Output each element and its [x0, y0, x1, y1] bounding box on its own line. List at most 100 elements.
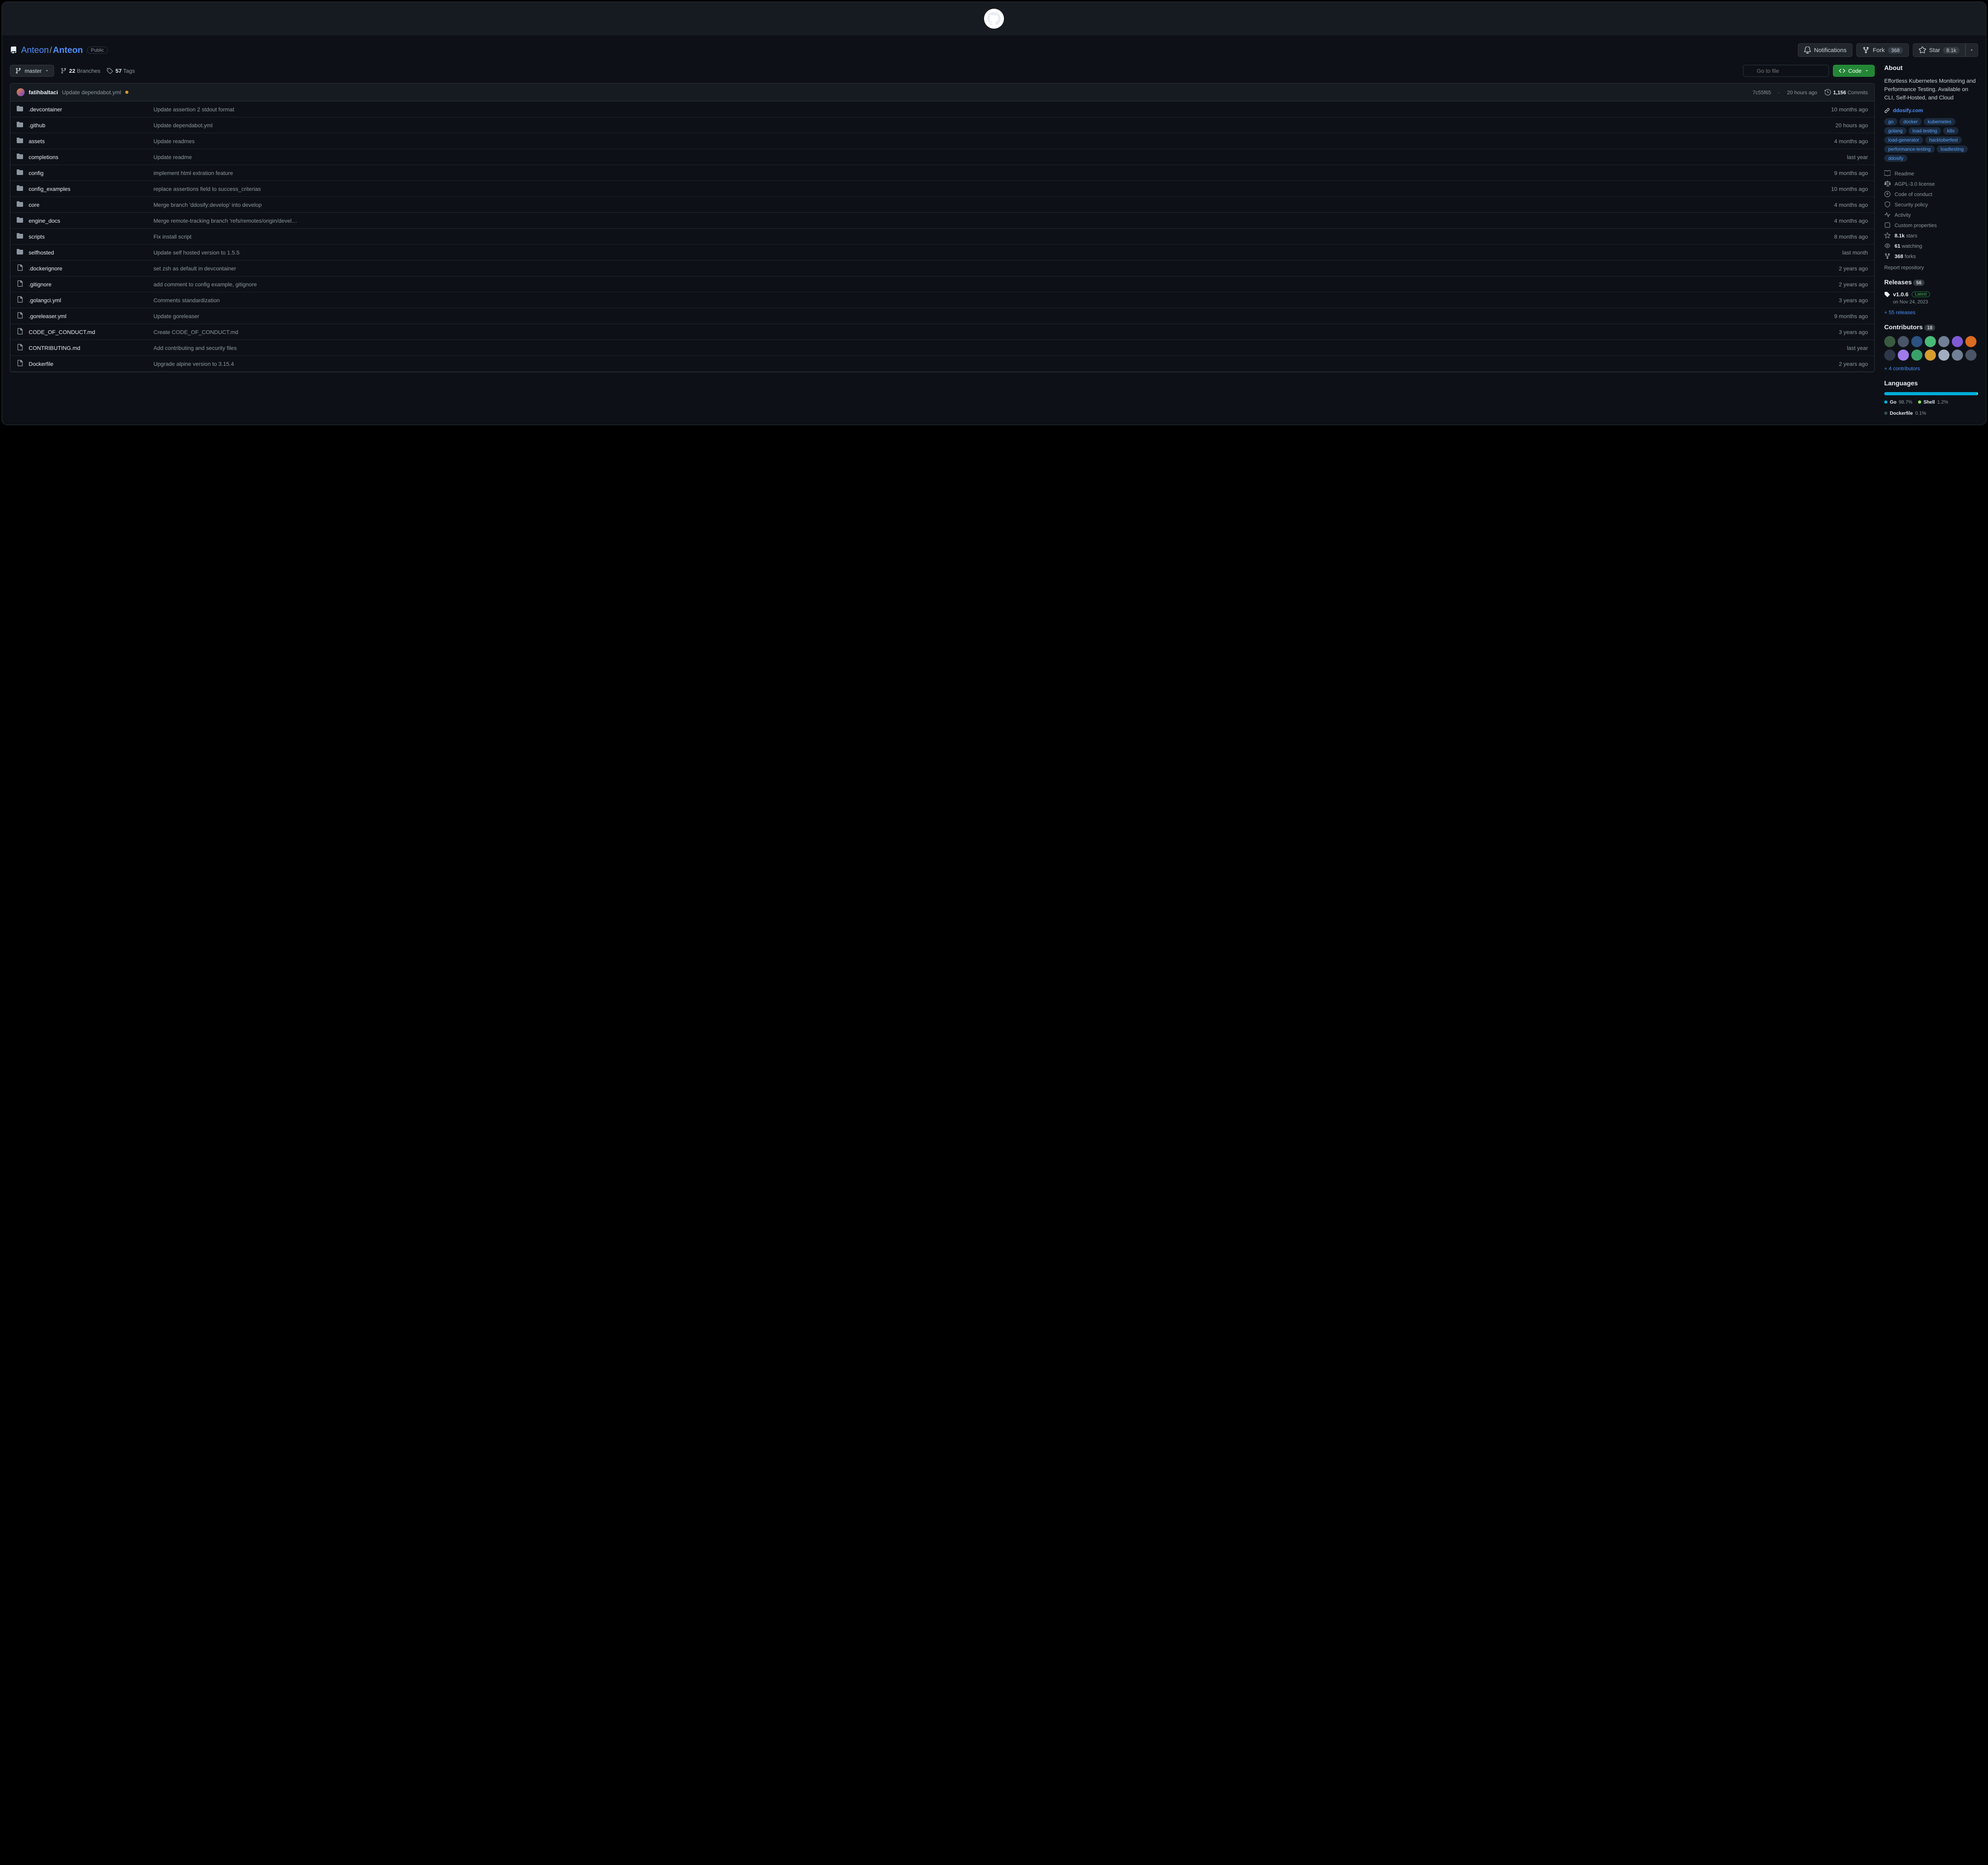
topic-tag[interactable]: k8s [1943, 127, 1959, 134]
release-item[interactable]: v1.0.6 Latest [1884, 291, 1978, 297]
file-name-link[interactable]: completions [29, 154, 58, 160]
avatar[interactable] [1898, 350, 1909, 361]
security-link[interactable]: Security policy [1884, 199, 1978, 210]
file-name-link[interactable]: assets [29, 138, 45, 144]
releases-heading[interactable]: Releases56 [1884, 279, 1978, 286]
file-name-link[interactable]: .gitignore [29, 281, 52, 288]
watching-link[interactable]: 61 watching [1884, 241, 1978, 251]
file-name-link[interactable]: engine_docs [29, 218, 60, 224]
website-link[interactable]: ddosify.com [1893, 107, 1923, 113]
avatar[interactable] [1938, 350, 1949, 361]
more-releases-link[interactable]: + 55 releases [1884, 309, 1978, 315]
branch-selector[interactable]: master [10, 65, 54, 77]
file-commit-message[interactable]: Merge remote-tracking branch 'refs/remot… [153, 218, 1807, 224]
file-name-link[interactable]: .devcontainer [29, 106, 62, 113]
file-commit-message[interactable]: set zsh as default in devcontainer [153, 265, 1807, 272]
file-name-link[interactable]: Dockerfile [29, 361, 53, 367]
file-icon [17, 296, 23, 304]
avatar[interactable] [1938, 336, 1949, 347]
license-link[interactable]: AGPL-3.0 license [1884, 179, 1978, 189]
fork-button[interactable]: Fork 368 [1856, 43, 1909, 57]
file-commit-message[interactable]: Fix install script [153, 233, 1807, 240]
file-name-link[interactable]: core [29, 202, 39, 208]
avatar[interactable] [17, 88, 25, 96]
avatar[interactable] [1898, 336, 1909, 347]
file-commit-message[interactable]: Create CODE_OF_CONDUCT.md [153, 329, 1807, 335]
star-button[interactable]: Star 8.1k [1913, 43, 1965, 57]
file-name-link[interactable]: CONTRIBUTING.md [29, 345, 80, 351]
file-commit-message[interactable]: Update readmes [153, 138, 1807, 144]
avatar[interactable] [1965, 350, 1976, 361]
topic-tag[interactable]: loadtesting [1937, 146, 1968, 153]
topic-tag[interactable]: docker [1899, 118, 1922, 125]
file-name-link[interactable]: .goreleaser.yml [29, 313, 66, 319]
file-commit-message[interactable]: replace assertions field to success_crit… [153, 186, 1807, 192]
topic-tag[interactable]: go [1884, 118, 1897, 125]
avatar[interactable] [1965, 336, 1976, 347]
topic-tag[interactable]: golang [1884, 127, 1906, 134]
file-commit-message[interactable]: Update assertion 2 stdout format [153, 106, 1807, 113]
file-commit-message[interactable]: Upgrade alpine version to 3.15.4 [153, 361, 1807, 367]
stars-link[interactable]: 8.1k stars [1884, 230, 1978, 241]
commit-message[interactable]: Update dependabot.yml [62, 89, 121, 95]
file-name-link[interactable]: scripts [29, 233, 45, 240]
status-pending-icon[interactable] [125, 91, 128, 94]
file-commit-message[interactable]: Comments standardization [153, 297, 1807, 303]
avatar[interactable] [1925, 336, 1936, 347]
contributors-heading[interactable]: Contributors18 [1884, 324, 1978, 331]
topic-tag[interactable]: ddosify [1884, 155, 1907, 162]
commit-sha[interactable]: 7c55f65 [1753, 89, 1771, 95]
file-commit-message[interactable]: Add contributing and security files [153, 345, 1807, 351]
file-name-link[interactable]: CODE_OF_CONDUCT.md [29, 329, 95, 335]
report-link[interactable]: Report repository [1884, 264, 1978, 270]
avatar[interactable] [1911, 350, 1922, 361]
branches-link[interactable]: 22 Branches [60, 68, 101, 74]
file-row: completions Update readme last year [10, 149, 1874, 165]
activity-link[interactable]: Activity [1884, 210, 1978, 220]
notifications-button[interactable]: Notifications [1798, 43, 1853, 57]
avatar[interactable] [1952, 350, 1963, 361]
topic-tag[interactable]: load-testing [1908, 127, 1941, 134]
file-name-link[interactable]: .dockerignore [29, 265, 62, 272]
commits-link[interactable]: 1,156 Commits [1825, 89, 1868, 95]
repo-owner-link[interactable]: Anteon [21, 45, 49, 55]
avatar[interactable] [1884, 336, 1895, 347]
file-name-link[interactable]: .golangci.yml [29, 297, 61, 303]
forks-link[interactable]: 368 forks [1884, 251, 1978, 261]
topic-tag[interactable]: load-generator [1884, 136, 1923, 144]
avatar[interactable] [1911, 336, 1922, 347]
file-commit-message[interactable]: Update readme [153, 154, 1807, 160]
avatar[interactable] [1952, 336, 1963, 347]
file-commit-message[interactable]: implement html extration feature [153, 170, 1807, 176]
code-button-label: Code [1848, 68, 1862, 74]
file-commit-message[interactable]: Update goreleaser [153, 313, 1807, 319]
file-commit-message[interactable]: Merge branch 'ddosify:develop' into deve… [153, 202, 1807, 208]
topic-tag[interactable]: performance-testing [1884, 146, 1935, 153]
folder-icon [17, 153, 23, 161]
tags-link[interactable]: 57 Tags [107, 68, 135, 74]
avatar[interactable] [1925, 350, 1936, 361]
language-item[interactable]: Go98.7% [1884, 399, 1912, 405]
file-name-link[interactable]: .github [29, 122, 45, 128]
topic-tag[interactable]: hacktoberfest [1925, 136, 1962, 144]
file-commit-message[interactable]: Update dependabot.yml [153, 122, 1807, 128]
avatar[interactable] [1884, 350, 1895, 361]
readme-link[interactable]: Readme [1884, 168, 1978, 179]
file-commit-message[interactable]: add comment to config example, gitignore [153, 281, 1807, 288]
code-button[interactable]: Code [1833, 65, 1875, 77]
star-dropdown-button[interactable] [1965, 43, 1978, 57]
file-commit-message[interactable]: Update self hosted version to 1.5.5 [153, 249, 1807, 256]
file-name-link[interactable]: selfhosted [29, 249, 54, 256]
more-contributors-link[interactable]: + 4 contributors [1884, 365, 1978, 371]
file-search-input[interactable] [1743, 65, 1829, 77]
conduct-link[interactable]: Code of conduct [1884, 189, 1978, 199]
custom-properties-link[interactable]: Custom properties [1884, 220, 1978, 230]
topic-tag[interactable]: kubernetes [1924, 118, 1955, 125]
github-logo[interactable] [984, 9, 1004, 29]
repo-name-link[interactable]: Anteon [53, 45, 83, 55]
language-item[interactable]: Dockerfile0.1% [1884, 410, 1926, 416]
commit-author[interactable]: fatihbaltaci [29, 89, 58, 95]
file-name-link[interactable]: config [29, 170, 43, 176]
language-item[interactable]: Shell1.2% [1918, 399, 1948, 405]
file-name-link[interactable]: config_examples [29, 186, 70, 192]
